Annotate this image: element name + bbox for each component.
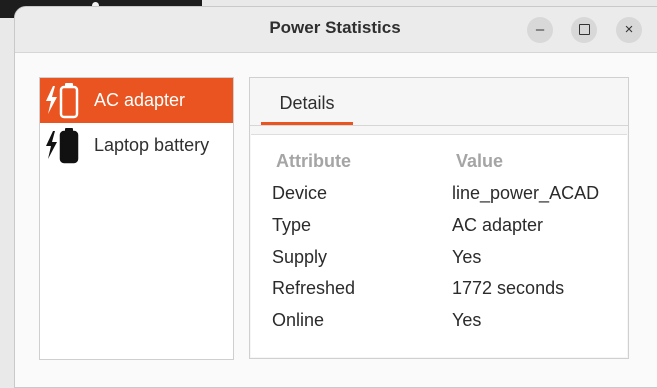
properties-table: Attribute Value Device line_power_ACAD T… — [251, 134, 627, 357]
row-attribute: Device — [272, 183, 328, 203]
battery-charging-icon — [42, 125, 92, 170]
maximize-button[interactable] — [571, 17, 597, 43]
column-header-attribute[interactable]: Attribute — [276, 151, 351, 172]
tab-label: Details — [279, 93, 335, 113]
device-item-laptop-battery[interactable]: Laptop battery — [40, 123, 233, 168]
tab-bar: Details — [250, 78, 628, 126]
details-panel: Details Attribute Value Device line_powe… — [249, 77, 629, 359]
close-button[interactable]: × — [616, 17, 642, 43]
column-header-value[interactable]: Value — [456, 151, 503, 172]
row-value: Yes — [452, 310, 482, 330]
title-bar[interactable]: Power Statistics – × — [15, 7, 657, 53]
window-title: Power Statistics — [269, 18, 401, 37]
row-attribute: Supply — [272, 247, 328, 267]
row-attribute: Online — [272, 310, 325, 330]
device-list: AC adapter Laptop battery — [39, 77, 234, 360]
device-item-ac-adapter[interactable]: AC adapter — [40, 78, 233, 123]
row-value: 1772 seconds — [452, 278, 565, 298]
row-value: Yes — [452, 247, 482, 267]
minimize-icon: – — [535, 21, 545, 38]
device-label: AC adapter — [94, 90, 186, 110]
tab-details[interactable]: Details — [261, 78, 353, 125]
row-value: AC adapter — [452, 215, 544, 235]
device-label: Laptop battery — [94, 135, 210, 155]
power-statistics-window: Power Statistics – × AC adapter Laptop b… — [14, 6, 657, 388]
row-attribute: Refreshed — [272, 278, 356, 298]
ac-adapter-charging-icon — [42, 80, 92, 125]
row-value: line_power_ACAD — [452, 183, 600, 203]
row-attribute: Type — [272, 215, 312, 235]
close-icon: × — [624, 21, 634, 38]
maximize-icon — [578, 23, 590, 35]
minimize-button[interactable]: – — [527, 17, 553, 43]
